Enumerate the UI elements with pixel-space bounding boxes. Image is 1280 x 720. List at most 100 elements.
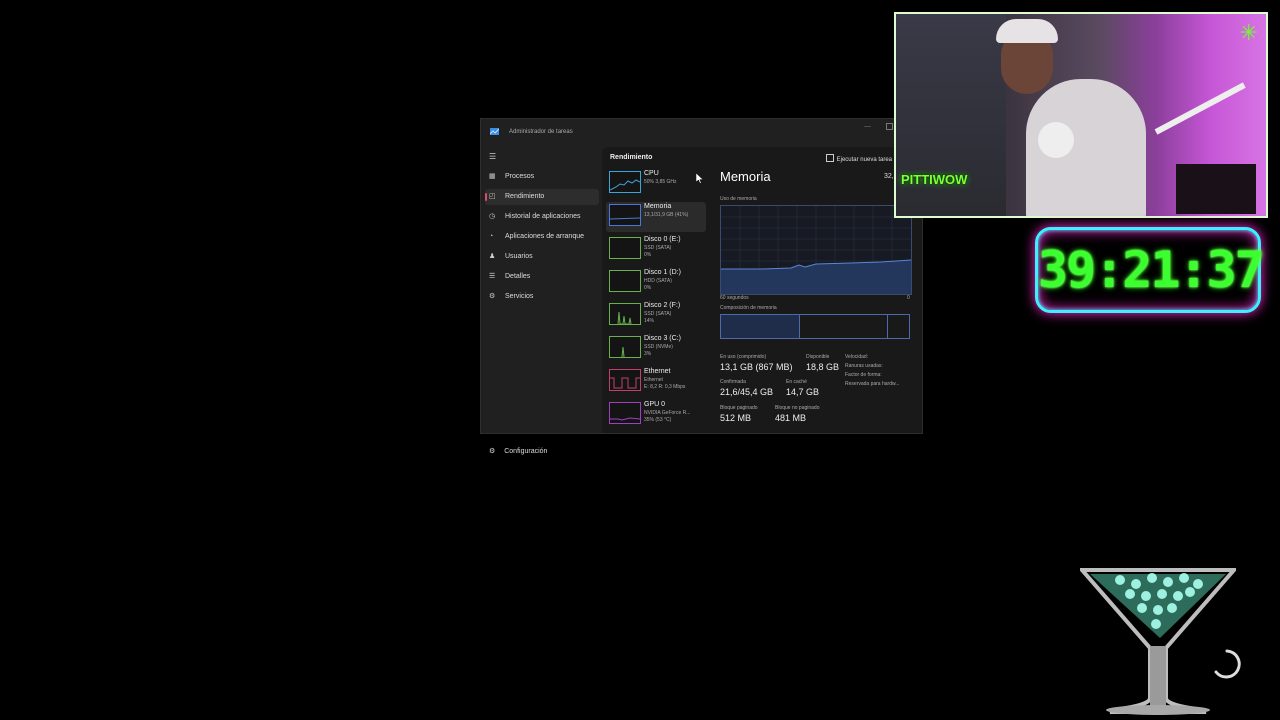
webcam-monitor [1176,164,1256,214]
device-name: Disco 3 (C:) [644,335,681,342]
device-subtitle: 13,1/31,9 GB (41%) [644,212,689,218]
device-graph-polyline [610,217,640,220]
hardware-reserved-label: Reservada para hardw... [845,381,900,387]
device-graph-thumbnail [609,237,641,259]
paged-pool-label: Bloque paginado [720,405,758,411]
memory-composition-label: Composición de memoria [720,305,777,311]
nav-item-label: Usuarios [505,253,533,260]
memory-detail: Memoria 32, Uso de memoria 60 segundos 0… [720,147,920,433]
memory-usage-graph [720,205,912,295]
device-graph-polyline [617,311,632,324]
device-item[interactable]: Disco 1 (D:) HDD (SATA) 0% [606,268,706,298]
device-item[interactable]: Memoria 13,1/31,9 GB (41%) [606,202,706,232]
gear-icon: ⚙ [489,448,496,455]
device-subtitle: SSD (SATA) [644,311,672,317]
loading-spinner-icon [1214,649,1241,679]
composition-in-use [721,315,800,338]
device-usage: 0% [644,252,652,258]
streamer-cap [996,19,1058,43]
device-item[interactable]: Ethernet Ethernet E: 8,2 R: 0,3 Mbps [606,367,706,397]
settings-button[interactable]: ⚙ Configuración [489,447,547,455]
device-usage: E: 8,2 R: 0,3 Mbps [644,384,686,390]
services-icon: ⚙ [489,293,496,300]
committed-value: 21,6/45,4 GB [720,387,774,397]
cached-label: En caché [786,379,807,385]
device-usage: 3% [644,351,652,357]
device-graph-line [610,238,640,258]
device-usage: 14% [644,318,655,324]
device-graph-thumbnail [609,402,641,424]
nav-sidebar: ☰ ▦ Procesos ◰ Rendimiento ◷ Historial d… [481,147,601,455]
settings-label: Configuración [504,448,548,455]
form-factor-label: Factor de forma: [845,372,882,378]
detail-title: Memoria [720,169,771,184]
cached-value: 14,7 GB [786,387,820,397]
device-name: Disco 0 (E:) [644,236,681,243]
graph-time-right: 0 [907,295,910,301]
slots-used-label: Ranuras usadas: [845,363,883,369]
speed-label: Velocidad: [845,354,869,360]
nav-item-performance[interactable]: ◰ Rendimiento [485,189,599,205]
title-bar[interactable]: Administrador de tareas — [481,119,922,147]
device-graph-thumbnail [609,171,641,193]
device-name: Disco 2 (F:) [644,302,681,309]
device-name: CPU [644,170,659,177]
committed-label: Confirmada [720,379,746,385]
device-graph-polyline [610,417,640,421]
nav-item-startup-apps[interactable]: ◔ Aplicaciones de arranque [485,229,599,245]
available-value: 18,8 GB [806,362,840,372]
page-title: Rendimiento [610,154,653,161]
window-title: Administrador de tareas [509,129,573,135]
memory-total: 32, [884,173,894,180]
device-graph-line [610,271,640,291]
minimize-button[interactable]: — [864,123,871,130]
history-icon: ◷ [489,213,496,220]
paged-pool-value: 512 MB [720,413,752,423]
in-use-value: 13,1 GB (867 MB) [720,362,793,372]
nav-item-app-history[interactable]: ◷ Historial de aplicaciones [485,209,599,225]
nav-item-label: Aplicaciones de arranque [505,233,584,240]
processes-icon: ▦ [489,173,496,180]
cursor-arrow-icon [695,172,704,184]
device-subtitle: NVIDIA GeForce R... [644,410,691,416]
in-use-label: En uso (comprimido) [720,354,767,360]
device-name: GPU 0 [644,401,666,408]
mic-arm [1154,82,1246,135]
nav-item-details[interactable]: ☰ Detalles [485,269,599,285]
device-graph-polyline [621,346,625,357]
nav-item-services[interactable]: ⚙ Servicios [485,289,599,305]
device-graph-thumbnail [609,303,641,325]
performance-icon: ◰ [489,193,496,200]
nav-item-users[interactable]: ♟ Usuarios [485,249,599,265]
startup-icon: ◔ [489,233,494,240]
device-subtitle: SSD (SATA) [644,245,672,251]
device-item[interactable]: CPU 50% 3,85 GHz [606,169,706,199]
task-manager-window: Administrador de tareas — ☰ ▦ Procesos ◰… [480,118,923,455]
nav-item-label: Procesos [505,173,535,180]
available-label: Disponible [806,354,830,360]
nonpaged-pool-label: Bloque no paginado [775,405,820,411]
device-item[interactable]: Disco 3 (C:) SSD (NVMe) 3% [606,334,706,364]
nav-item-label: Rendimiento [505,193,545,200]
hamburger-menu-icon[interactable]: ☰ [489,152,496,161]
memory-usage-label: Uso de memoria [720,196,757,202]
device-item[interactable]: GPU 0 NVIDIA GeForce R... 35% (53 °C) [606,400,706,430]
device-graph-line [621,346,625,357]
device-name: Ethernet [644,368,671,375]
nav-item-label: Historial de aplicaciones [505,213,581,220]
device-item[interactable]: Disco 2 (F:) SSD (SATA) 14% [606,301,706,331]
device-item[interactable]: Disco 0 (E:) SSD (SATA) 0% [606,235,706,265]
maximize-button[interactable] [886,123,893,130]
device-name: Memoria [644,203,672,210]
nav-item-processes[interactable]: ▦ Procesos [485,169,599,185]
timer-text: 39:21:37 [1038,241,1265,299]
device-graph-line [610,217,640,220]
memory-composition-bar [720,314,910,339]
webcam-logo: PITTIWOW [901,172,968,187]
device-usage: 0% [644,285,652,291]
microphone [1038,122,1074,158]
leaf-logo-icon: ✳ [1239,20,1258,45]
task-manager-app-icon [490,128,499,135]
device-subtitle: SSD (NVMe) [644,344,673,350]
device-graph-thumbnail [609,369,641,391]
